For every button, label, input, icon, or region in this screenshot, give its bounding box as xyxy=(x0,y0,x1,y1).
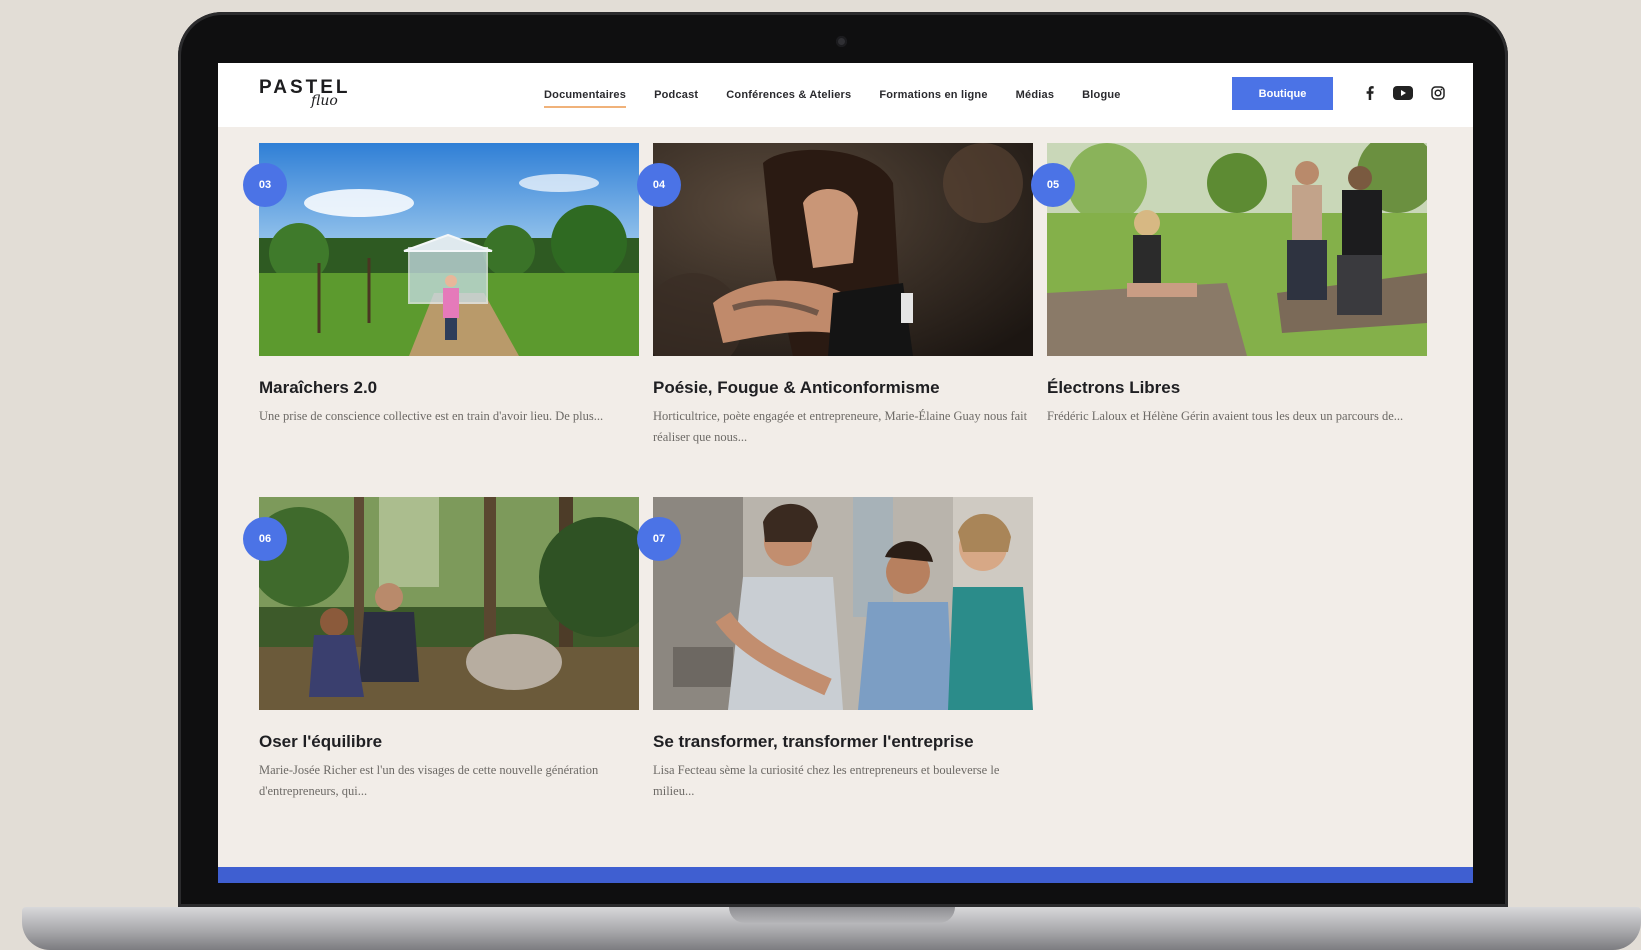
documentary-card[interactable]: 06 Oser l'équilibre Marie-Josée Richer e… xyxy=(243,497,639,802)
card-image-workplace-conversation[interactable] xyxy=(653,497,1033,710)
nav-item-formations[interactable]: Formations en ligne xyxy=(879,89,987,101)
mockup-stage: PASTEL fluo Documentaires Podcast Confér… xyxy=(0,0,1641,950)
documentary-card[interactable]: 04 Poésie, Fougue & Anticonformisme Hort… xyxy=(637,143,1033,448)
youtube-icon[interactable] xyxy=(1392,83,1414,103)
documentary-card[interactable]: 07 Se transformer, transformer l'entrepr… xyxy=(637,497,1033,802)
card-image-greenhouse[interactable] xyxy=(259,143,639,356)
episode-number-badge: 06 xyxy=(243,517,287,561)
documentary-card[interactable]: 05 Électrons Libres Frédéric Laloux et H… xyxy=(1031,143,1427,427)
website-screen: PASTEL fluo Documentaires Podcast Confér… xyxy=(218,63,1473,883)
episode-number-badge: 04 xyxy=(637,163,681,207)
shop-button[interactable]: Boutique xyxy=(1232,77,1333,110)
card-image-garden-conversation[interactable] xyxy=(1047,143,1427,356)
card-title[interactable]: Oser l'équilibre xyxy=(259,732,639,752)
nav-item-blogue[interactable]: Blogue xyxy=(1082,89,1120,101)
card-description: Lisa Fecteau sème la curiosité chez les … xyxy=(653,763,1000,798)
card-image-tattooed-woman[interactable] xyxy=(653,143,1033,356)
nav-item-documentaires[interactable]: Documentaires xyxy=(544,89,627,108)
episode-number-badge: 05 xyxy=(1031,163,1075,207)
card-title[interactable]: Se transformer, transformer l'entreprise xyxy=(653,732,1033,752)
card-image-forest-family[interactable] xyxy=(259,497,639,710)
card-title[interactable]: Poésie, Fougue & Anticonformisme xyxy=(653,378,1033,398)
nav-item-medias[interactable]: Médias xyxy=(1016,89,1055,101)
webcam xyxy=(836,36,847,47)
card-title[interactable]: Électrons Libres xyxy=(1047,378,1427,398)
nav-item-conferences[interactable]: Conférences & Ateliers xyxy=(726,89,851,101)
footer-accent-bar xyxy=(218,867,1473,883)
card-description: Frédéric Laloux et Hélène Gérin avaient … xyxy=(1047,409,1404,423)
instagram-icon[interactable] xyxy=(1430,83,1446,103)
card-description: Horticultrice, poète engagée et entrepre… xyxy=(653,409,1028,444)
card-description: Marie-Josée Richer est l'un des visages … xyxy=(259,763,599,798)
site-logo[interactable]: PASTEL fluo xyxy=(259,73,379,119)
facebook-icon[interactable] xyxy=(1364,83,1376,103)
nav-item-podcast[interactable]: Podcast xyxy=(654,89,698,101)
documentary-card[interactable]: 03 Maraîchers 2.0 Une prise de conscienc… xyxy=(243,143,639,427)
main-nav: Documentaires Podcast Conférences & Atel… xyxy=(544,63,1121,127)
logo-script: fluo xyxy=(311,93,338,109)
card-description: Une prise de conscience collective est e… xyxy=(259,409,604,423)
episode-number-badge: 03 xyxy=(243,163,287,207)
site-header: PASTEL fluo Documentaires Podcast Confér… xyxy=(218,63,1473,127)
card-title[interactable]: Maraîchers 2.0 xyxy=(259,378,639,398)
laptop-hinge-notch xyxy=(729,907,955,923)
episode-number-badge: 07 xyxy=(637,517,681,561)
